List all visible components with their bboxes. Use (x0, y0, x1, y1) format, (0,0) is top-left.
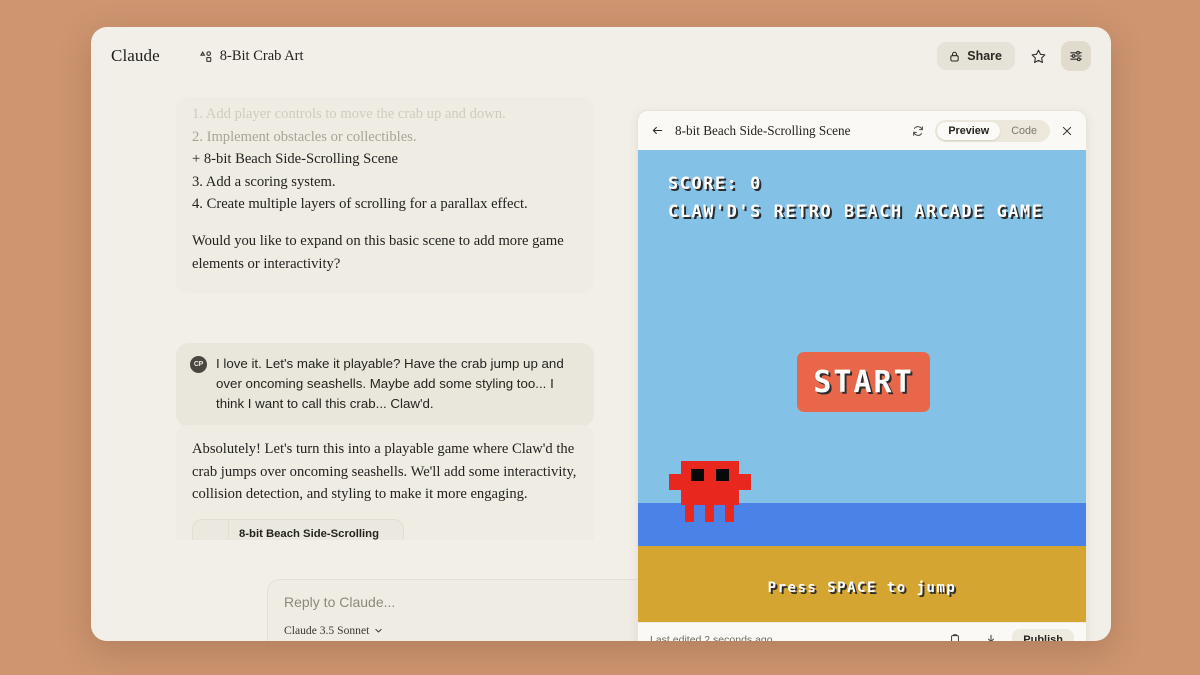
share-button[interactable]: Share (937, 42, 1015, 70)
assistant-message-top: 1. Add player controls to move the crab … (176, 97, 594, 294)
claude-app-window: Claude 8-Bit Crab Art Share 1. Add playe… (91, 27, 1111, 641)
assistant-list-item-1: 1. Add player controls to move the crab … (192, 106, 506, 122)
start-button-label: START (813, 364, 914, 400)
view-mode-toggle[interactable]: Preview Code (935, 119, 1050, 142)
model-selector[interactable]: Claude 3.5 Sonnet (284, 624, 383, 637)
reply-input[interactable]: Reply to Claude... (284, 594, 670, 610)
assistant-list-item-3: 3. Add a scoring system. (192, 173, 336, 190)
conversation-pane: 1. Add player controls to move the crab … (91, 85, 687, 641)
code-icon: </> (193, 519, 229, 540)
main-panes: 1. Add player controls to move the crab … (91, 85, 1111, 641)
brand-logo-text[interactable]: Claude (111, 46, 160, 66)
sliders-icon[interactable] (1061, 41, 1091, 71)
assistant-list-item-4: 4. Create multiple layers of scrolling f… (192, 196, 528, 213)
tab-code[interactable]: Code (1000, 122, 1048, 140)
assistant-closing-question: Would you like to expand on this basic s… (192, 233, 564, 272)
user-avatar-badge: CP (190, 356, 207, 373)
lock-icon (948, 50, 961, 63)
project-breadcrumb[interactable]: 8-Bit Crab Art (198, 48, 304, 65)
game-preview-canvas[interactable]: SCORE: 0 CLAW'D'S RETRO BEACH ARCADE GAM… (638, 150, 1086, 622)
last-edited-label: Last edited 2 seconds ago (650, 634, 773, 641)
score-display: SCORE: 0 (668, 174, 762, 194)
user-initials: CP (193, 361, 204, 368)
refresh-icon[interactable] (911, 124, 925, 138)
clipboard-icon[interactable] (940, 625, 970, 641)
app-topbar: Claude 8-Bit Crab Art Share (91, 27, 1111, 85)
topbar-actions: Share (937, 41, 1091, 71)
assistant-message-reply: Absolutely! Let's turn this into a playa… (176, 425, 594, 540)
artifact-footer: Last edited 2 seconds ago Publish (638, 622, 1086, 641)
publish-button[interactable]: Publish (1012, 629, 1074, 641)
game-title: CLAW'D'S RETRO BEACH ARCADE GAME (668, 202, 1044, 222)
assistant-list-item-2: 2. Implement obstacles or collectibles. (192, 128, 417, 145)
artifact-card-title: 8-bit Beach Side-Scrolling Scene (239, 527, 379, 540)
user-message: CP I love it. Let's make it playable? Ha… (176, 343, 594, 427)
user-message-text: I love it. Let's make it playable? Have … (216, 356, 564, 412)
download-icon[interactable] (976, 625, 1006, 641)
model-name: Claude 3.5 Sonnet (284, 624, 370, 637)
share-label: Share (967, 49, 1002, 63)
arrow-left-icon[interactable] (650, 123, 665, 138)
message-composer[interactable]: Reply to Claude... Claude 3.5 Sonnet (267, 579, 687, 641)
assistant-plus-line: + 8-bit Beach Side-Scrolling Scene (192, 151, 399, 168)
artifact-title: 8-bit Beach Side-Scrolling Scene (675, 122, 851, 138)
close-icon[interactable] (1060, 124, 1074, 138)
assistant-reply-text: Absolutely! Let's turn this into a playa… (192, 441, 577, 503)
crab-sprite (669, 455, 751, 525)
chevron-down-icon (374, 626, 383, 635)
project-name: 8-Bit Crab Art (219, 47, 304, 64)
start-button[interactable]: START (797, 352, 930, 412)
game-hint-text: Press SPACE to jump (767, 580, 957, 596)
message-thread: 1. Add player controls to move the crab … (91, 85, 637, 540)
star-icon[interactable] (1023, 41, 1053, 71)
artifact-header: 8-bit Beach Side-Scrolling Scene Preview… (638, 111, 1086, 150)
composer-zone: Reply to Claude... Claude 3.5 Sonnet (91, 541, 687, 641)
artifact-preview-card[interactable]: </> 8-bit Beach Side-Scrolling Scene Ope… (192, 518, 404, 540)
tab-preview[interactable]: Preview (937, 121, 1001, 140)
artifact-panel: 8-bit Beach Side-Scrolling Scene Preview… (637, 110, 1087, 641)
shapes-icon (198, 49, 213, 64)
